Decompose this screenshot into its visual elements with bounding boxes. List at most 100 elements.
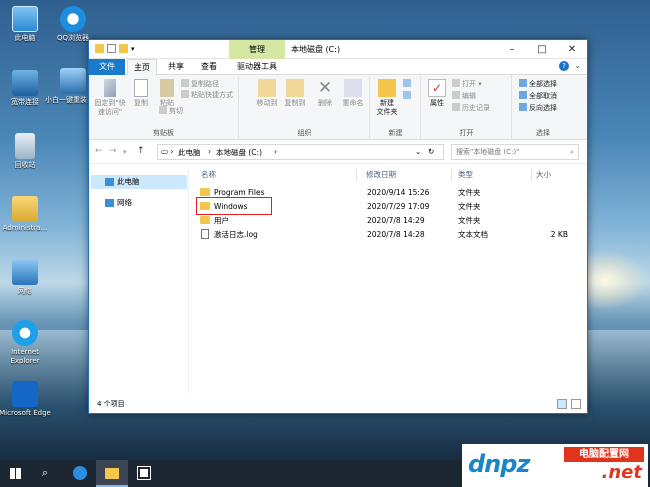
chevron-down-icon[interactable]: ⌄ — [574, 61, 581, 70]
select-all-icon — [519, 79, 527, 87]
rename-button[interactable]: 重命名 — [340, 79, 366, 108]
desktop-icon-qq-browser[interactable]: QQ浏览器 — [45, 6, 101, 43]
column-header-name[interactable]: 名称 — [197, 168, 357, 182]
properties-check-icon: ✓ — [428, 79, 446, 97]
breadcrumb-this-pc[interactable]: 此电脑 — [178, 147, 201, 158]
desktop-icon-recycle-bin[interactable]: 回收站 — [0, 133, 53, 170]
tab-drive-tools[interactable]: 驱动器工具 — [229, 59, 285, 75]
edit-button[interactable]: 编辑 — [452, 91, 476, 101]
history-button[interactable]: 历史记录 — [452, 103, 490, 113]
forward-arrow-icon[interactable]: → — [109, 146, 117, 156]
column-header-type[interactable]: 类型 — [454, 168, 532, 182]
folder-icon — [200, 216, 210, 224]
watermark-logo: dnpz 电脑配置网 .net — [462, 444, 648, 487]
copy-to-button[interactable]: 复制到 — [282, 79, 308, 108]
taskbar-file-explorer[interactable] — [96, 460, 128, 487]
new-folder-button[interactable]: 新建 文件夹 — [373, 79, 401, 117]
tab-home[interactable]: 主页 — [127, 59, 157, 76]
computer-icon — [12, 6, 38, 32]
table-row[interactable]: 用户 2020/7/8 14:29 文件夹 — [192, 214, 578, 227]
details-view-icon[interactable] — [557, 399, 567, 409]
invert-selection-button[interactable]: 反向选择 — [519, 103, 557, 113]
move-to-button[interactable]: 移动到 — [254, 79, 280, 108]
cut-button[interactable]: 剪切 — [159, 106, 183, 116]
new-folder-qa-icon[interactable] — [119, 44, 128, 53]
column-header-date[interactable]: 修改日期 — [362, 168, 452, 182]
close-button[interactable]: ✕ — [557, 40, 587, 59]
history-icon — [452, 103, 460, 111]
group-clipboard: 固定到"快速访问" 复制 粘贴 复制路径 粘贴快捷方式 剪切 剪贴板 — [89, 75, 239, 140]
search-box[interactable]: 搜索"本地磁盘 (C:)" ⌕ — [451, 144, 579, 160]
select-all-button[interactable]: 全部选择 — [519, 79, 557, 89]
qq-browser-icon — [60, 6, 86, 32]
search-icon: ⌕ — [42, 466, 49, 479]
delete-button[interactable]: ✕ 删除 — [314, 79, 336, 108]
group-label-clipboard: 剪贴板 — [153, 129, 174, 137]
internet-explorer-icon — [12, 320, 38, 346]
paste-button[interactable]: 粘贴 — [155, 79, 179, 108]
large-icons-view-icon[interactable] — [571, 399, 581, 409]
select-none-button[interactable]: 全部取消 — [519, 91, 557, 101]
tab-share[interactable]: 共享 — [161, 59, 191, 75]
minimize-button[interactable]: – — [497, 40, 527, 59]
copy-path-button[interactable]: 复制路径 — [181, 79, 219, 89]
scissors-icon — [159, 106, 167, 114]
new-folder-icon — [378, 79, 396, 97]
pin-icon — [104, 79, 116, 97]
desktop-icon-edge[interactable]: Microsoft Edge — [0, 381, 53, 418]
context-tab-manage[interactable]: 管理 — [229, 40, 285, 59]
navigation-pane: 此电脑 网络 — [89, 165, 189, 395]
new-item-button[interactable] — [403, 79, 413, 89]
edge-icon — [73, 466, 87, 480]
tab-view[interactable]: 查看 — [194, 59, 224, 75]
properties-qa-icon[interactable] — [107, 44, 116, 53]
move-to-icon — [258, 79, 276, 97]
back-arrow-icon[interactable]: ← — [95, 146, 103, 156]
folder-icon — [105, 468, 119, 479]
group-new: 新建 文件夹 新建 — [371, 75, 421, 140]
open-button[interactable]: 打开 ▾ — [452, 79, 482, 89]
start-button[interactable] — [0, 460, 32, 487]
tab-file[interactable]: 文件 — [89, 59, 125, 75]
breadcrumb-local-disk[interactable]: 本地磁盘 (C:) — [216, 147, 262, 158]
nav-item-this-pc[interactable]: 此电脑 — [91, 175, 187, 189]
highlight-box — [196, 197, 272, 215]
select-none-icon — [519, 91, 527, 99]
properties-button[interactable]: ✓ 属性 — [426, 79, 448, 108]
edge-icon — [12, 381, 38, 407]
easy-access-button[interactable] — [403, 91, 413, 101]
address-dropdown-icon[interactable]: ⌄ — [415, 147, 421, 156]
search-icon: ⌕ — [570, 148, 574, 156]
network-icon — [105, 199, 114, 207]
paste-shortcut-button[interactable]: 粘贴快捷方式 — [181, 90, 233, 100]
easy-access-icon — [403, 91, 411, 99]
qa-dropdown-icon[interactable]: ▾ — [131, 45, 135, 53]
table-row[interactable]: 激活日志.log 2020/7/8 14:28 文本文档 2 KB — [192, 228, 578, 241]
address-field[interactable]: ▭ › 此电脑 › 本地磁盘 (C:) › ⌄ ↻ — [157, 144, 444, 160]
watermark-brand: dnpz — [468, 450, 530, 478]
desktop-icon-ie[interactable]: Internet Explorer — [0, 320, 53, 366]
address-bar-row: ← → ▾ ↑ ▭ › 此电脑 › 本地磁盘 (C:) › ⌄ ↻ 搜索"本地磁… — [89, 140, 587, 164]
pin-quick-access-button[interactable]: 固定到"快速访问" — [93, 79, 127, 117]
column-header-size[interactable]: 大小 — [532, 168, 576, 182]
paste-icon — [160, 79, 174, 97]
paste-shortcut-icon — [181, 90, 189, 98]
desktop-icon-network[interactable]: 网络 — [0, 259, 53, 296]
recent-chevron-icon[interactable]: ▾ — [123, 148, 127, 156]
rename-icon — [344, 79, 362, 97]
pc-small-icon: ▭ › — [161, 147, 174, 156]
ribbon-tabs: 文件 主页 共享 查看 驱动器工具 ? ⌄ — [89, 59, 587, 76]
nav-item-network[interactable]: 网络 — [91, 196, 187, 210]
user-folder-icon — [12, 196, 38, 222]
desktop-icon-administrator[interactable]: Administra... — [0, 196, 53, 233]
copy-icon — [134, 79, 148, 97]
breadcrumb-separator: › — [274, 147, 277, 156]
search-button[interactable]: ⌕ — [32, 460, 64, 487]
maximize-button[interactable]: □ — [527, 40, 557, 59]
up-arrow-icon[interactable]: ↑ — [137, 146, 145, 156]
refresh-icon[interactable]: ↻ — [428, 147, 434, 156]
copy-button[interactable]: 复制 — [129, 79, 153, 108]
taskbar-store[interactable] — [128, 460, 160, 487]
taskbar-edge[interactable] — [64, 460, 96, 487]
help-icon[interactable]: ? — [559, 61, 569, 71]
